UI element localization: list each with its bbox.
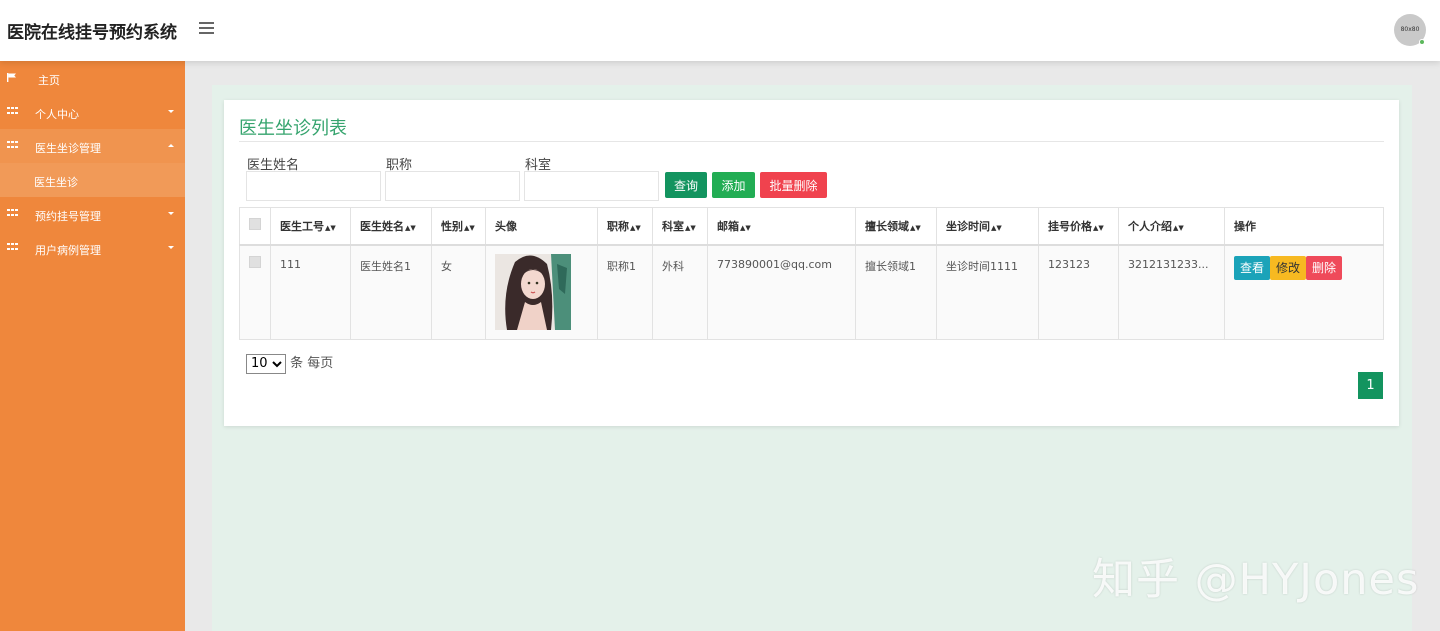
sort-icon: ▲▼ — [991, 223, 1002, 232]
sidebar-subitem-doctor-schedule[interactable]: 医生坐诊 — [0, 163, 185, 197]
grid-icon — [7, 141, 18, 150]
sidebar-item-home[interactable]: 主页 — [0, 61, 185, 95]
online-status-icon — [1419, 39, 1425, 45]
sidebar-item-label: 主页 — [38, 74, 60, 87]
sort-icon: ▲▼ — [740, 223, 751, 232]
edit-button[interactable]: 修改 — [1270, 255, 1307, 280]
col-header-gender[interactable]: 性别▲▼ — [431, 207, 486, 246]
query-button[interactable]: 查询 — [665, 172, 707, 198]
sort-icon: ▲▼ — [325, 223, 336, 232]
cell-dept: 外科 — [652, 244, 708, 340]
batch-delete-button[interactable]: 批量删除 — [760, 172, 827, 198]
doctor-table: 医生工号▲▼ 医生姓名▲▼ 性别▲▼ 头像 职称▲▼ 科室▲▼ 邮箱▲▼ 擅长领… — [239, 207, 1384, 340]
sort-icon: ▲▼ — [405, 223, 416, 232]
col-header-label: 职称 — [607, 219, 629, 233]
delete-button[interactable]: 删除 — [1306, 255, 1343, 280]
avatar-text: 80x80 — [1400, 26, 1420, 33]
col-header-price[interactable]: 挂号价格▲▼ — [1038, 207, 1119, 246]
sidebar-subitem-label: 医生坐诊 — [34, 176, 78, 189]
sidebar-item-label: 医生坐诊管理 — [35, 142, 101, 155]
col-header-id[interactable]: 医生工号▲▼ — [270, 207, 351, 246]
cell-gender: 女 — [431, 244, 486, 340]
add-button[interactable]: 添加 — [712, 172, 755, 198]
col-header-label: 挂号价格 — [1048, 219, 1092, 233]
sort-icon: ▲▼ — [1173, 223, 1184, 232]
page-size-control: 10 条 每页 — [246, 352, 333, 374]
col-header-avatar: 头像 — [485, 207, 598, 246]
cell-title: 职称1 — [597, 244, 653, 340]
cell-schedule: 坐诊时间1111 — [936, 244, 1039, 340]
col-header-label: 擅长领域 — [865, 219, 909, 233]
sort-icon: ▲▼ — [1093, 223, 1104, 232]
col-header-label: 性别 — [441, 219, 463, 233]
col-header-label: 坐诊时间 — [946, 219, 990, 233]
chevron-down-icon — [168, 212, 174, 215]
chevron-down-icon — [168, 246, 174, 249]
col-header-label: 科室 — [662, 219, 684, 233]
title-input[interactable] — [385, 171, 520, 201]
page-size-select[interactable]: 10 — [246, 353, 286, 374]
col-header-actions: 操作 — [1224, 207, 1384, 246]
row-select-cell — [239, 244, 271, 340]
row-checkbox[interactable] — [249, 255, 261, 268]
chevron-up-icon — [168, 144, 174, 147]
flag-icon — [7, 73, 16, 82]
pagination-page-button[interactable]: 1 — [1358, 372, 1383, 399]
sidebar-item-personal-center[interactable]: 个人中心 — [0, 95, 185, 129]
select-all-checkbox[interactable] — [249, 218, 261, 231]
chevron-down-icon — [168, 110, 174, 113]
col-header-label: 医生工号 — [280, 219, 324, 233]
col-header-name[interactable]: 医生姓名▲▼ — [350, 207, 432, 246]
grid-icon — [7, 209, 18, 218]
cell-email: 773890001@qq.com — [707, 244, 856, 340]
cell-expertise: 擅长领域1 — [855, 244, 937, 340]
col-header-label: 医生姓名 — [360, 219, 404, 233]
sidebar-item-label: 预约挂号管理 — [35, 210, 101, 223]
col-header-label: 头像 — [495, 219, 517, 233]
page-size-suffix: 条 每页 — [290, 356, 334, 371]
sidebar-item-label: 个人中心 — [35, 108, 79, 121]
col-header-schedule[interactable]: 坐诊时间▲▼ — [936, 207, 1039, 246]
sidebar-item-appointment-mgmt[interactable]: 预约挂号管理 — [0, 197, 185, 231]
sidebar-item-label: 用户病例管理 — [35, 244, 101, 257]
view-button[interactable]: 查看 — [1234, 255, 1271, 280]
doctor-photo — [495, 253, 571, 330]
user-avatar[interactable]: 80x80 — [1394, 14, 1426, 46]
list-card: 医生坐诊列表 医生姓名 职称 科室 查询 添加 批量删除 医生工号▲▼ 医生姓名… — [224, 100, 1399, 426]
department-input[interactable] — [524, 171, 659, 201]
app-title: 医院在线挂号预约系统 — [7, 23, 177, 43]
col-header-label: 邮箱 — [717, 219, 739, 233]
doctor-name-input[interactable] — [246, 171, 381, 201]
col-header-label: 操作 — [1234, 219, 1256, 233]
col-header-expertise[interactable]: 擅长领域▲▼ — [855, 207, 937, 246]
cell-intro: 3212131233... — [1118, 244, 1225, 340]
col-header-intro[interactable]: 个人介绍▲▼ — [1118, 207, 1225, 246]
col-header-title[interactable]: 职称▲▼ — [597, 207, 653, 246]
grid-icon — [7, 107, 18, 116]
sort-icon: ▲▼ — [910, 223, 921, 232]
title-divider — [239, 141, 1384, 142]
sort-icon: ▲▼ — [464, 223, 475, 232]
cell-price: 123123 — [1038, 244, 1119, 340]
watermark: 知乎 @HYJones — [1092, 555, 1420, 605]
sort-icon: ▲▼ — [630, 223, 641, 232]
select-all-cell — [239, 207, 271, 246]
cell-id: 111 — [270, 244, 351, 340]
cell-avatar — [485, 244, 598, 340]
page-title: 医生坐诊列表 — [239, 118, 347, 139]
sidebar-item-doctor-schedule-mgmt[interactable]: 医生坐诊管理 — [0, 129, 185, 163]
sidebar: 主页 个人中心 医生坐诊管理 医生坐诊 预约挂号管理 用户病例管理 — [0, 61, 185, 631]
table-header-row: 医生工号▲▼ 医生姓名▲▼ 性别▲▼ 头像 职称▲▼ 科室▲▼ 邮箱▲▼ 擅长领… — [239, 207, 1384, 246]
col-header-email[interactable]: 邮箱▲▼ — [707, 207, 856, 246]
grid-icon — [7, 243, 18, 252]
cell-name: 医生姓名1 — [350, 244, 432, 340]
col-header-dept[interactable]: 科室▲▼ — [652, 207, 708, 246]
sidebar-item-case-mgmt[interactable]: 用户病例管理 — [0, 231, 185, 265]
cell-actions: 查看 修改 删除 — [1224, 244, 1384, 340]
sort-icon: ▲▼ — [685, 223, 696, 232]
col-header-label: 个人介绍 — [1128, 219, 1172, 233]
top-header: 医院在线挂号预约系统 80x80 — [0, 0, 1440, 61]
menu-toggle-icon[interactable] — [199, 22, 214, 36]
table-row: 111 医生姓名1 女 职称1 外科 773890001@qq.com 擅长领域… — [239, 244, 1384, 340]
